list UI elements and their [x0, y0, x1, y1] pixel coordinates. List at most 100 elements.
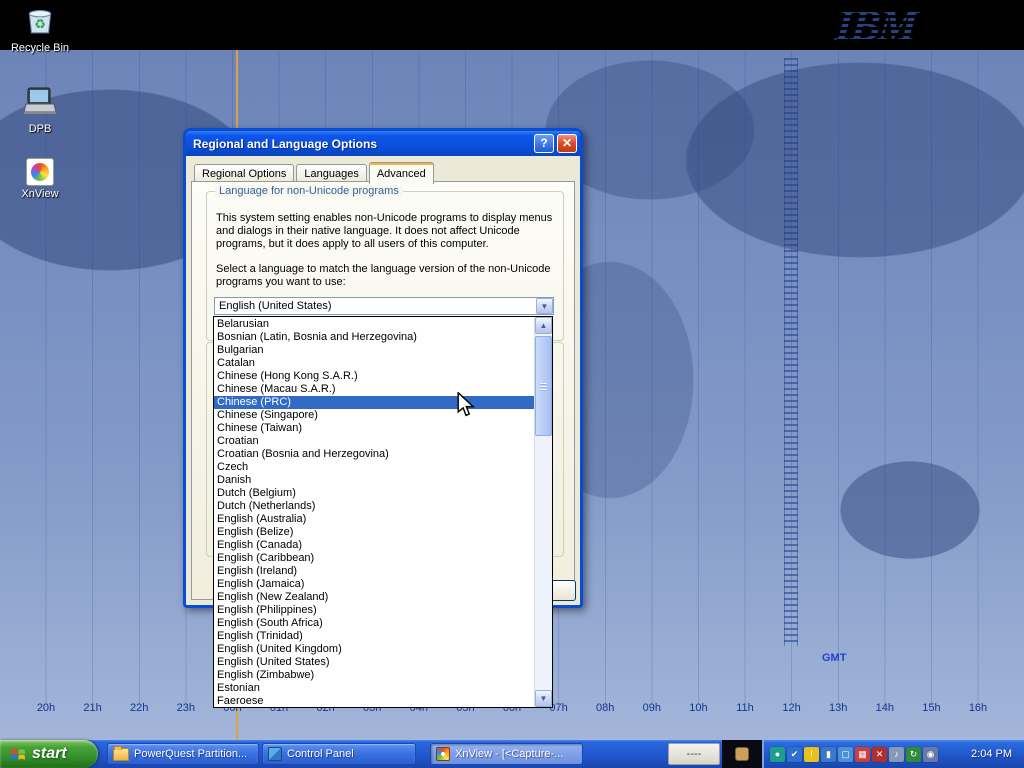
desktop-icon-xnview[interactable]: XnView — [4, 158, 76, 200]
mouse-cursor — [457, 392, 475, 424]
control-panel-icon — [268, 747, 282, 761]
utility-icon[interactable]: ◉ — [923, 747, 938, 762]
dropdown-item[interactable]: English (Jamaica) — [214, 578, 534, 591]
dropdown-item[interactable]: English (Trinidad) — [214, 630, 534, 643]
dropdown-item[interactable]: Dutch (Netherlands) — [214, 500, 534, 513]
dropdown-item[interactable]: Czech — [214, 461, 534, 474]
dropdown-item[interactable]: Bulgarian — [214, 344, 534, 357]
dropdown-item[interactable]: English (United States) — [214, 656, 534, 669]
dropdown-item[interactable]: English (Philippines) — [214, 604, 534, 617]
groupbox-title: Language for non-Unicode programs — [215, 185, 403, 197]
network-icon[interactable]: ▮ — [821, 747, 836, 762]
dropdown-item[interactable]: English (Zimbabwe) — [214, 669, 534, 682]
hour-label: 22h — [123, 702, 155, 714]
hour-label: 09h — [636, 702, 668, 714]
dropdown-item[interactable]: Chinese (Singapore) — [214, 409, 534, 422]
dropdown-item[interactable]: English (New Zealand) — [214, 591, 534, 604]
taskbar-button-label: XnView - [<Capture-... — [455, 748, 563, 760]
tab-advanced[interactable]: Advanced — [369, 162, 434, 184]
dialog-tabs: Regional Options Languages Advanced — [194, 163, 436, 183]
dropdown-item[interactable]: English (Caribbean) — [214, 552, 534, 565]
dropdown-item[interactable]: English (Belize) — [214, 526, 534, 539]
offline-icon[interactable]: ✕ — [872, 747, 887, 762]
ibm-logo-stripes — [836, 0, 946, 48]
icon-label: DPB — [4, 123, 76, 135]
desktop-icon-recycle-bin[interactable]: ♻ Recycle Bin — [4, 3, 76, 54]
dropdown-item[interactable]: Chinese (Taiwan) — [214, 422, 534, 435]
language-combobox[interactable]: English (United States) ▼ — [214, 297, 554, 315]
dropdown-item[interactable]: Chinese (PRC) — [214, 396, 534, 409]
dropdown-item[interactable]: Faeroese — [214, 695, 534, 707]
hour-label: 11h — [729, 702, 761, 714]
taskbar-dark-segment[interactable] — [722, 740, 762, 768]
scroll-up-button[interactable]: ▲ — [535, 317, 552, 334]
icon-label: XnView — [4, 188, 76, 200]
language-dropdown-list-items: BelarusianBosnian (Latin, Bosnia and Her… — [214, 317, 534, 707]
display-icon[interactable]: ▢ — [838, 747, 853, 762]
taskbar-button-label: PowerQuest Partition... — [134, 748, 247, 760]
volume-icon[interactable]: ♪ — [889, 747, 904, 762]
shield-icon[interactable]: ✔ — [787, 747, 802, 762]
taskbar-button-label: Control Panel — [287, 748, 354, 760]
dropdown-item[interactable]: Belarusian — [214, 318, 534, 331]
start-button[interactable]: start — [0, 740, 98, 768]
tray-icons: ●✔!▮▢▦✕♪↻◉ — [770, 747, 940, 762]
dropdown-scrollbar[interactable]: ▲ ▼ — [534, 317, 552, 707]
warning-icon[interactable]: ! — [804, 747, 819, 762]
dialog-title: Regional and Language Options — [186, 137, 534, 151]
remote-access-icon[interactable]: ● — [770, 747, 785, 762]
folder-icon — [113, 748, 129, 761]
help-button[interactable]: ? — [534, 134, 554, 153]
dropdown-item[interactable]: Croatian — [214, 435, 534, 448]
graphics-icon[interactable]: ▦ — [855, 747, 870, 762]
hour-label: 10h — [682, 702, 714, 714]
taskbar-button-powerquest[interactable]: PowerQuest Partition... — [107, 743, 259, 765]
hour-label: 16h — [962, 702, 994, 714]
recycle-bin-icon: ♻ — [23, 3, 57, 35]
taskbar-button-xnview[interactable]: XnView - [<Capture-... — [430, 743, 583, 765]
combobox-value: English (United States) — [215, 298, 536, 314]
dropdown-item[interactable]: Bosnian (Latin, Bosnia and Herzegovina) — [214, 331, 534, 344]
dropdown-item[interactable]: English (Ireland) — [214, 565, 534, 578]
icon-label: Recycle Bin — [4, 42, 76, 54]
ibm-logo: IBM — [836, 0, 946, 48]
description-text: This system setting enables non-Unicode … — [216, 212, 568, 251]
taskbar: start PowerQuest Partition... Control Pa… — [0, 740, 1024, 768]
hour-label: 20h — [30, 702, 62, 714]
hour-label: 12h — [776, 702, 808, 714]
svg-text:♻: ♻ — [34, 17, 45, 32]
dropdown-item[interactable]: English (Australia) — [214, 513, 534, 526]
dropdown-item[interactable]: English (Canada) — [214, 539, 534, 552]
taskbar-button-control-panel[interactable]: Control Panel — [262, 743, 416, 765]
dropdown-item[interactable]: Dutch (Belgium) — [214, 487, 534, 500]
xnview-icon — [26, 158, 54, 186]
scroll-down-button[interactable]: ▼ — [535, 690, 552, 707]
hour-label: 23h — [170, 702, 202, 714]
taskbar-deskband[interactable]: ---- — [668, 743, 720, 765]
close-button[interactable]: ✕ — [557, 134, 577, 153]
dropdown-item[interactable]: English (South Africa) — [214, 617, 534, 630]
dropdown-item[interactable]: Croatian (Bosnia and Herzegovina) — [214, 448, 534, 461]
dropdown-item[interactable]: Estonian — [214, 682, 534, 695]
scrollbar-thumb[interactable] — [535, 336, 552, 436]
dropdown-item[interactable]: Catalan — [214, 357, 534, 370]
hour-label: 15h — [915, 702, 947, 714]
gmt-label: GMT — [822, 652, 846, 664]
dropdown-item[interactable]: Chinese (Hong Kong S.A.R.) — [214, 370, 534, 383]
unknown-app-icon — [735, 747, 749, 761]
dropdown-item[interactable]: Chinese (Macau S.A.R.) — [214, 383, 534, 396]
desktop-icon-dpb[interactable]: DPB — [4, 86, 76, 135]
hour-label: 13h — [822, 702, 854, 714]
dropdown-item[interactable]: Danish — [214, 474, 534, 487]
dropdown-item[interactable]: English (United Kingdom) — [214, 643, 534, 656]
dialog-titlebar[interactable]: Regional and Language Options ? ✕ — [186, 131, 580, 156]
hour-label: 21h — [77, 702, 109, 714]
taskbar-clock: 2:04 PM — [971, 748, 1024, 760]
combobox-dropdown-icon[interactable]: ▼ — [536, 298, 553, 314]
system-tray: ●✔!▮▢▦✕♪↻◉ 2:04 PM — [762, 740, 1024, 768]
hour-label: 14h — [869, 702, 901, 714]
start-label: start — [32, 745, 67, 763]
hour-label: 08h — [589, 702, 621, 714]
update-icon[interactable]: ↻ — [906, 747, 921, 762]
language-dropdown: BelarusianBosnian (Latin, Bosnia and Her… — [213, 316, 553, 708]
